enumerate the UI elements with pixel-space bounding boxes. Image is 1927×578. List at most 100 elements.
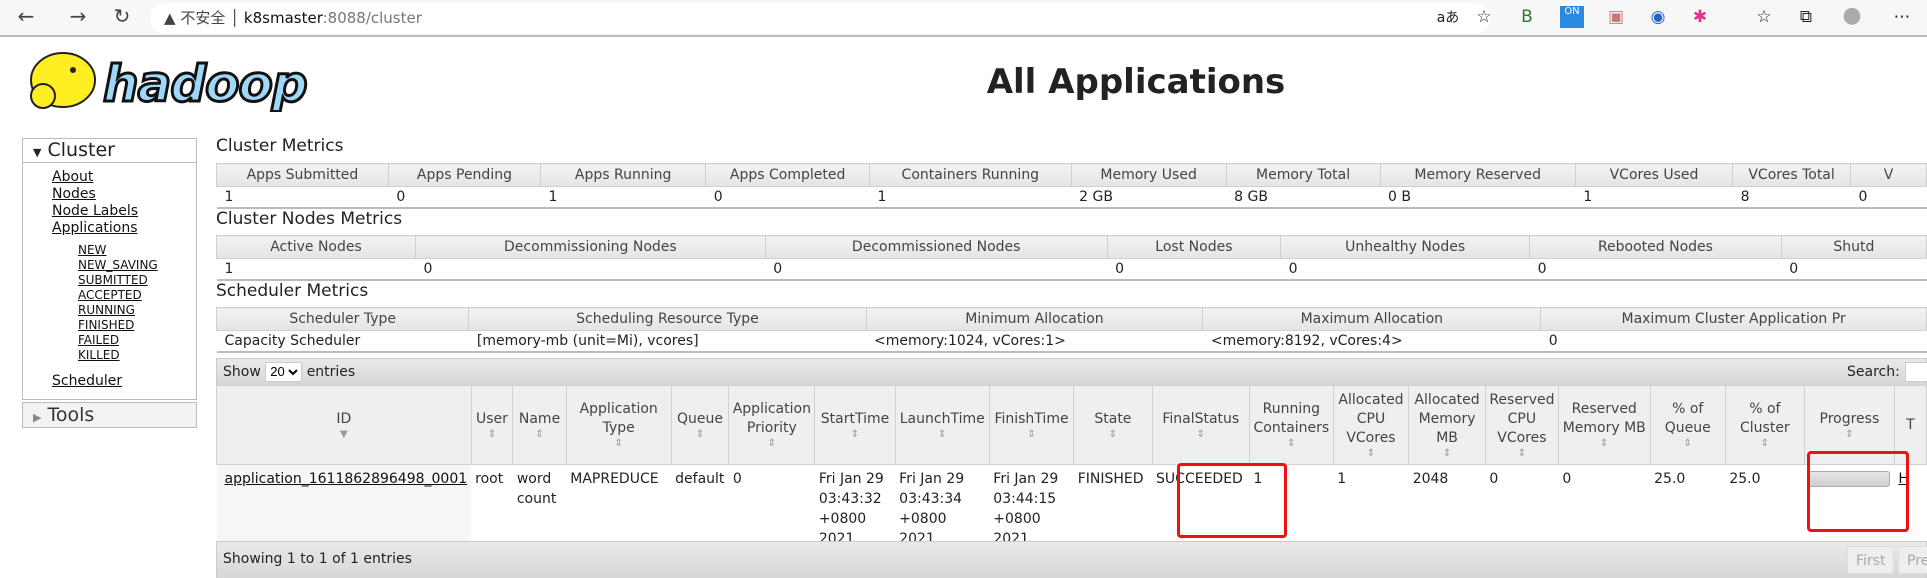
nodes_metrics-header: Rebooted Nodes — [1529, 235, 1782, 259]
scheduler_metrics-value: <memory:8192, vCores:4> — [1202, 330, 1541, 353]
scheduler_metrics-value: <memory:1024, vCores:1> — [866, 330, 1203, 353]
search-input[interactable] — [1905, 362, 1927, 382]
cluster_metrics-value: 1 — [1575, 186, 1733, 209]
sidebar-link-node-labels[interactable]: Node Labels — [23, 203, 196, 220]
nodes-metrics-table: Active Nodes Decommissioning Nodes Decommi… — [216, 235, 1927, 281]
sort-icon: ⇕ — [1600, 438, 1609, 449]
column-header[interactable]: State ⇕ — [1073, 385, 1153, 465]
nodes_metrics-value: 0 — [1781, 258, 1927, 281]
tools-label: Tools — [47, 404, 95, 426]
sidebar-link-applications[interactable]: Applications — [23, 220, 196, 237]
type-cell: MAPREDUCE — [570, 471, 659, 487]
sort-icon: ⇕ — [535, 428, 544, 440]
nodes-metrics-title: Cluster Nodes Metrics — [216, 209, 403, 229]
show-label: Show — [223, 364, 261, 380]
nodes_metrics-header: Decommissioning Nodes — [415, 235, 766, 259]
sidebar-state-finished[interactable]: FINISHED — [23, 318, 196, 333]
state-cell: FINISHED — [1077, 471, 1144, 487]
sort-icon: ⇕ — [1366, 447, 1376, 459]
sidebar-link-scheduler[interactable]: Scheduler — [23, 373, 196, 390]
sidebar-state-new-saving[interactable]: NEW_SAVING — [23, 258, 196, 273]
column-header[interactable]: Queue ⇕ — [670, 385, 730, 465]
page-size-select[interactable]: 20 — [265, 361, 303, 382]
app-id-cell[interactable]: application_1611862896498_0001 — [216, 464, 472, 553]
nodes_metrics-value: 0 — [415, 258, 766, 281]
nodes_metrics-header: Lost Nodes — [1106, 235, 1282, 259]
nodes_metrics-value: 0 — [1107, 258, 1281, 281]
nodes_metrics-header: Shutd — [1780, 235, 1927, 259]
tools-section-toggle[interactable]: ▶ Tools — [22, 402, 197, 428]
sidebar-link-nodes[interactable]: Nodes — [23, 186, 196, 203]
nodes_metrics-value: 0 — [1529, 258, 1782, 281]
cluster_metrics-header: V — [1850, 163, 1927, 187]
sort-icon: ⇕ — [938, 428, 947, 440]
nodes_metrics-value: 0 — [765, 258, 1108, 281]
forward-icon[interactable]: → — [64, 4, 92, 28]
column-header[interactable]: % of Cluster ⇕ — [1724, 385, 1805, 465]
scheduler-metrics-title: Scheduler Metrics — [216, 281, 369, 301]
app-id-link[interactable]: application_1611862896498_0001 — [225, 471, 468, 487]
sort-icon: ⇕ — [767, 438, 777, 449]
sidebar-state-accepted[interactable]: ACCEPTED — [23, 288, 196, 303]
table-row: application_1611862896498_0001 root word c… — [216, 464, 1927, 553]
column-header[interactable]: % of Queue ⇕ — [1649, 385, 1726, 465]
cluster_metrics-header: VCores Used — [1574, 163, 1734, 187]
cluster_metrics-value: 8 — [1732, 186, 1851, 209]
sort-icon: ⇕ — [1760, 438, 1770, 449]
sort-icon: ⇕ — [1196, 428, 1205, 440]
sort-icon: ⇕ — [1683, 438, 1692, 449]
column-header[interactable]: Name ⇕ — [512, 385, 567, 465]
column-header[interactable]: Running Containers ⇕ — [1248, 385, 1334, 465]
priority-cell: 0 — [732, 471, 742, 487]
sidebar-link-about[interactable]: About — [23, 169, 196, 186]
cluster-metrics-title: Cluster Metrics — [216, 136, 344, 156]
res-mem-cell: 0 — [1562, 471, 1572, 487]
cluster_metrics-value: 8 GB — [1226, 186, 1381, 209]
column-header[interactable]: Allocated Memory MB ⇕ — [1408, 385, 1486, 465]
column-header[interactable]: StartTime ⇕ — [814, 385, 896, 465]
cluster_metrics-header: Apps Submitted — [216, 163, 389, 187]
queue-cell: default — [675, 471, 725, 487]
scheduler_metrics-header: Minimum Allocation — [865, 307, 1204, 331]
column-header[interactable]: Allocated CPU VCores ⇕ — [1332, 385, 1410, 465]
cluster_metrics-header: Memory Reserved — [1379, 163, 1576, 187]
highlight-box-progress — [1807, 451, 1909, 532]
column-header[interactable]: User ⇕ — [470, 385, 514, 465]
cluster-label: Cluster — [47, 139, 115, 161]
cluster_metrics-header: Memory Total — [1225, 163, 1381, 187]
sort-icon: ⇕ — [1108, 428, 1118, 440]
sidebar-cluster: ▼ Cluster About Nodes Node Labels Applic… — [22, 138, 197, 400]
pager-first[interactable]: First — [1847, 546, 1895, 574]
sidebar-state-killed[interactable]: KILLED — [23, 348, 196, 363]
sidebar-state-running[interactable]: RUNNING — [23, 303, 196, 318]
column-header[interactable]: Application Type ⇕ — [565, 385, 672, 465]
column-header[interactable]: FinishTime ⇕ — [988, 385, 1075, 465]
cluster_metrics-header: Apps Completed — [705, 163, 870, 187]
cluster_metrics-header: VCores Total — [1732, 163, 1852, 187]
cluster_metrics-value: 2 GB — [1071, 186, 1227, 209]
cluster_metrics-value: 0 — [1850, 186, 1927, 209]
cluster_metrics-value: 0 — [388, 186, 541, 209]
column-header[interactable]: LaunchTime ⇕ — [894, 385, 990, 465]
main-content: Cluster Metrics Apps Submitted Apps Pendi… — [216, 0, 1927, 578]
sidebar-state-failed[interactable]: FAILED — [23, 333, 196, 348]
column-header[interactable]: ID ▼ — [216, 385, 472, 465]
column-header[interactable]: Application Priority ⇕ — [728, 385, 816, 465]
sort-desc-icon: ▼ — [339, 428, 348, 440]
reload-icon[interactable]: ↻ — [108, 4, 136, 28]
highlight-box-finalstatus — [1177, 463, 1287, 538]
column-header[interactable]: Reserved CPU VCores ⇕ — [1484, 385, 1559, 465]
sort-icon: ⇕ — [1027, 428, 1036, 440]
sort-icon: ⇕ — [1517, 447, 1527, 459]
column-header[interactable]: FinalStatus ⇕ — [1151, 385, 1250, 465]
back-icon[interactable]: ← — [12, 4, 40, 28]
sort-icon: ⇕ — [850, 428, 860, 440]
entries-info: Showing 1 to 1 of 1 entries — [223, 551, 412, 567]
cluster-section-toggle[interactable]: ▼ Cluster — [23, 139, 196, 163]
pager-previous[interactable]: Previ — [1898, 546, 1927, 574]
scheduler_metrics-header: Maximum Allocation — [1202, 307, 1542, 331]
sidebar-state-submitted[interactable]: SUBMITTED — [23, 273, 196, 288]
column-header[interactable]: Reserved Memory MB ⇕ — [1557, 385, 1651, 465]
cluster-metrics-table: Apps Submitted Apps Pending Apps Running Ap… — [216, 163, 1927, 209]
sidebar-state-new[interactable]: NEW — [23, 243, 196, 258]
